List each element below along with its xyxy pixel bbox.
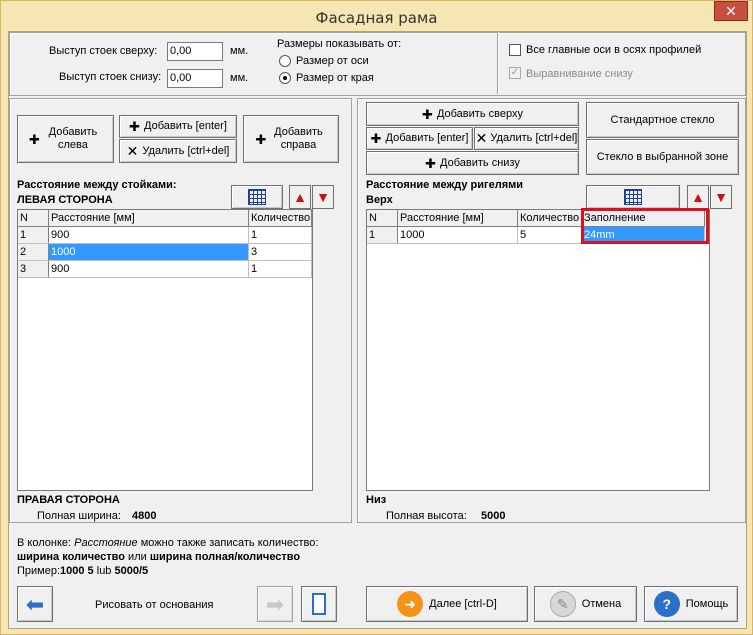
table-cell-distance[interactable]: 900 (49, 227, 249, 244)
delete-x-icon: ✕ (475, 130, 488, 146)
check-align-bottom[interactable]: ✓ (509, 67, 521, 79)
next-button[interactable]: ➜ Далее [ctrl-D] (366, 586, 528, 622)
col-header-n[interactable]: N (367, 210, 398, 227)
offset-top-label: Выступ стоек сверху: (49, 45, 158, 57)
hint-line-3: Пример:1000 5 lub 5000/5 (17, 565, 149, 577)
right-heading: Расстояние между ригелями (366, 179, 524, 191)
add-left-button[interactable]: ✚ Добавить слева (17, 115, 114, 163)
arrow-down-icon: ▼ (714, 189, 728, 205)
arrow-up-icon: ▲ (293, 189, 307, 205)
col-header-quantity[interactable]: Количество (518, 210, 582, 227)
offset-top-unit: мм. (230, 45, 249, 57)
help-button[interactable]: ? Помощь (644, 586, 738, 622)
table-row-num[interactable]: 1 (367, 227, 398, 244)
cancel-icon: ✎ (549, 591, 576, 617)
arrow-down-icon: ▼ (316, 189, 330, 205)
radio-edge-label: Размер от края (296, 72, 374, 84)
hint-line-1: В колонке: Расстояние можно также записа… (17, 537, 319, 549)
page-view-button[interactable] (301, 586, 337, 622)
check-main-axes[interactable] (509, 44, 521, 56)
arrow-left-icon: ⬅ (25, 591, 45, 617)
bottom-side-label: Низ (366, 494, 387, 506)
radio-axis[interactable] (279, 55, 291, 67)
close-button[interactable]: ✕ (714, 1, 748, 21)
add-right-button[interactable]: ✚ Добавить справа (243, 115, 339, 163)
add-enter-button[interactable]: ✚ Добавить [enter] (119, 115, 237, 138)
plus-icon: ✚ (370, 131, 382, 146)
hint-line-2: ширина количество или ширина полная/коли… (17, 551, 301, 563)
table-cell-distance[interactable]: 900 (49, 261, 249, 278)
zone-glass-button[interactable]: Стекло в выбранной зоне (586, 139, 739, 175)
arrow-up-icon: ▲ (691, 189, 705, 205)
col-header-n[interactable]: N (18, 210, 49, 227)
help-icon: ? (653, 591, 680, 617)
table-cell-quantity[interactable]: 3 (249, 244, 312, 261)
left-table[interactable]: N Расстояние [мм] Количество 1 900 1 2 1… (17, 209, 313, 491)
grid-icon (624, 189, 642, 205)
col-header-distance[interactable]: Расстояние [мм] (49, 210, 249, 227)
draw-from-base-label: Рисовать от основания (95, 599, 214, 611)
delete-button[interactable]: ✕ Удалить [ctrl+del] (119, 139, 237, 163)
client-area: Выступ стоек сверху: 0,00 мм. Выступ сто… (8, 31, 747, 629)
standard-glass-button[interactable]: Стандартное стекло (586, 102, 739, 138)
table-cell-distance-selected[interactable]: 1000 (49, 244, 249, 261)
page-icon (312, 593, 326, 615)
plus-icon: ✚ (422, 106, 433, 122)
cancel-button[interactable]: ✎ Отмена (534, 586, 637, 622)
radio-edge[interactable] (279, 72, 291, 84)
add-top-button[interactable]: ✚ Добавить сверху (366, 102, 579, 126)
check-align-bottom-label: Выравнивание снизу (526, 68, 633, 80)
table-cell-distance[interactable]: 1000 (398, 227, 518, 244)
right-move-up-button[interactable]: ▲ (687, 185, 709, 209)
col-header-quantity[interactable]: Количество (249, 210, 312, 227)
title-bar: Фасадная рама ✕ (1, 1, 752, 31)
total-height-label: Полная высота: (386, 510, 467, 522)
dialog-window: Фасадная рама ✕ Выступ стоек сверху: 0,0… (0, 0, 753, 635)
plus-icon: ✚ (425, 155, 437, 171)
offset-top-input[interactable]: 0,00 (167, 42, 223, 61)
add-bottom-button[interactable]: ✚ Добавить снизу (366, 151, 579, 175)
grid-icon (248, 189, 266, 205)
table-cell-quantity[interactable]: 5 (518, 227, 582, 244)
check-main-axes-label: Все главные оси в осях профилей (526, 44, 702, 56)
table-cell-quantity[interactable]: 1 (249, 227, 312, 244)
total-width-label: Полная ширина: (37, 510, 121, 522)
table-row-num[interactable]: 3 (18, 261, 49, 278)
radio-axis-label: Размер от оси (296, 55, 369, 67)
back-button[interactable]: ⬅ (17, 586, 53, 622)
right-grid-button[interactable] (586, 185, 680, 209)
table-cell-quantity[interactable]: 1 (249, 261, 312, 278)
forward-button[interactable]: ➡ (257, 586, 293, 622)
total-width-value: 4800 (132, 510, 157, 522)
plus-icon: ✚ (29, 131, 40, 147)
plus-icon: ✚ (255, 131, 267, 147)
top-side-label: Верх (366, 194, 393, 206)
offset-bottom-label: Выступ стоек снизу: (59, 71, 162, 83)
col-header-distance[interactable]: Расстояние [мм] (398, 210, 518, 227)
delete-right-button[interactable]: ✕ Удалить [ctrl+del] (474, 127, 579, 150)
window-title: Фасадная рама (315, 9, 438, 27)
plus-icon: ✚ (129, 119, 141, 134)
next-arrow-icon: ➜ (397, 591, 424, 617)
arrow-right-icon: ➡ (265, 591, 285, 617)
left-heading: Расстояние между стойками: (17, 179, 177, 191)
offset-bottom-input[interactable]: 0,00 (167, 69, 223, 88)
offset-bottom-unit: мм. (230, 72, 249, 84)
left-grid-button[interactable] (231, 185, 283, 209)
add-enter-right-button[interactable]: ✚ Добавить [enter] (366, 127, 473, 150)
right-move-down-button[interactable]: ▼ (710, 185, 732, 209)
top-divider (497, 32, 498, 94)
show-sizes-label: Размеры показывать от: (277, 38, 402, 50)
left-side-label: ЛЕВАЯ СТОРОНА (17, 194, 113, 206)
right-side-label: ПРАВАЯ СТОРОНА (17, 494, 120, 506)
table-row-num[interactable]: 2 (18, 244, 49, 261)
fill-column-highlight (581, 208, 709, 244)
delete-x-icon: ✕ (126, 142, 139, 159)
total-height-value: 5000 (481, 510, 506, 522)
left-move-down-button[interactable]: ▼ (312, 185, 334, 209)
right-table[interactable]: N Расстояние [мм] Количество Заполнение … (366, 209, 710, 491)
table-row-num[interactable]: 1 (18, 227, 49, 244)
left-move-up-button[interactable]: ▲ (289, 185, 311, 209)
